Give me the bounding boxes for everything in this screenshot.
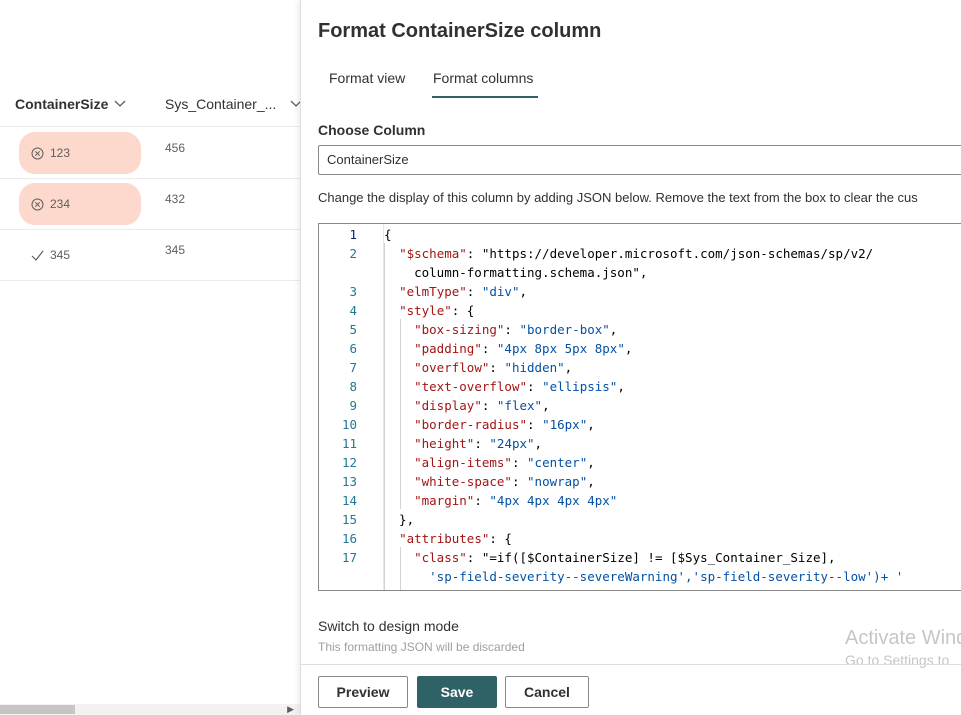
save-button[interactable]: Save bbox=[417, 676, 497, 708]
code-line: "attributes": { bbox=[399, 531, 512, 546]
code-line: "padding": "4px 8px 5px 8px", bbox=[414, 341, 633, 356]
code-line: "box-sizing": "border-box", bbox=[414, 322, 618, 337]
choose-column-label: Choose Column bbox=[318, 122, 426, 138]
column-header-label: Sys_Container_... bbox=[165, 96, 277, 112]
size-value: 123 bbox=[50, 146, 71, 160]
error-circle-icon bbox=[31, 147, 44, 159]
line-number: 15 bbox=[341, 512, 357, 527]
line-number: 16 bbox=[341, 531, 357, 546]
code-line: "style": { bbox=[399, 303, 475, 318]
code-line: "margin": "4px 4px 4px 4px" bbox=[414, 493, 618, 508]
footer-divider bbox=[301, 664, 961, 665]
line-number: 5 bbox=[349, 322, 357, 337]
size-value: 345 bbox=[50, 248, 71, 262]
line-number: 10 bbox=[341, 417, 357, 432]
line-number: 13 bbox=[341, 474, 357, 489]
code-line: "overflow": "hidden", bbox=[414, 360, 573, 375]
json-description: Change the display of this column by add… bbox=[318, 190, 918, 205]
active-tab-indicator bbox=[432, 96, 538, 98]
switch-to-design-mode-link[interactable]: Switch to design mode bbox=[318, 618, 459, 634]
code-line: 'sp-field-severity--severeWarning','sp-f… bbox=[384, 569, 904, 584]
code-line: "align-items": "center", bbox=[414, 455, 595, 470]
code-line: { bbox=[384, 227, 392, 242]
size-cell-warning[interactable]: 123 bbox=[19, 132, 141, 174]
sys-size-cell: 345 bbox=[165, 243, 186, 257]
line-number: 14 bbox=[341, 493, 357, 508]
choose-column-select[interactable]: ContainerSize bbox=[318, 145, 961, 175]
line-number: 3 bbox=[349, 284, 357, 299]
error-circle-icon bbox=[31, 198, 44, 210]
line-number: 4 bbox=[349, 303, 357, 318]
code-line: "border-radius": "16px", bbox=[414, 417, 595, 432]
line-number: 2 bbox=[349, 246, 357, 261]
code-line: ms-fontColor-neutralSecondary'" bbox=[384, 588, 662, 590]
sys-size-cell: 432 bbox=[165, 192, 186, 206]
code-line: "elmType": "div", bbox=[399, 284, 528, 299]
row-divider bbox=[0, 229, 300, 230]
tab-format-columns[interactable]: Format columns bbox=[433, 70, 533, 86]
column-header-containersize[interactable]: ContainerSize bbox=[15, 96, 126, 112]
size-cell-ok[interactable]: 345 bbox=[31, 248, 70, 262]
chevron-down-icon bbox=[114, 100, 126, 107]
row-divider bbox=[0, 178, 300, 179]
line-number: 6 bbox=[349, 341, 357, 356]
sys-size-cell: 456 bbox=[165, 141, 186, 155]
line-number: 7 bbox=[349, 360, 357, 375]
scroll-right-icon[interactable]: ▶ bbox=[287, 704, 294, 715]
code-line: "height": "24px", bbox=[414, 436, 543, 451]
format-column-panel: Format ContainerSize column Format view … bbox=[300, 0, 961, 715]
code-line: "$schema": "https://developer.microsoft.… bbox=[399, 246, 874, 261]
list-view: ContainerSize Sys_Container_... 123 456 … bbox=[0, 0, 302, 715]
horizontal-scrollbar[interactable]: ▶ bbox=[0, 704, 300, 715]
checkmark-icon bbox=[31, 250, 44, 261]
line-number: 17 bbox=[341, 550, 357, 565]
line-number: 8 bbox=[349, 379, 357, 394]
size-cell-warning[interactable]: 234 bbox=[19, 183, 141, 225]
row-divider bbox=[0, 126, 300, 127]
line-number: 11 bbox=[341, 436, 357, 451]
discard-note: This formatting JSON will be discarded bbox=[318, 640, 525, 654]
code-line: "display": "flex", bbox=[414, 398, 550, 413]
line-number: 12 bbox=[341, 455, 357, 470]
activate-windows-subtext: Go to Settings to bbox=[845, 652, 950, 668]
panel-title: Format ContainerSize column bbox=[318, 20, 602, 42]
column-header-sys-container[interactable]: Sys_Container_... bbox=[165, 96, 302, 112]
scrollbar-thumb[interactable] bbox=[0, 705, 75, 714]
json-code-editor[interactable]: 1 {2 "$schema": "https://developer.micros… bbox=[318, 223, 961, 591]
code-line: "text-overflow": "ellipsis", bbox=[414, 379, 625, 394]
line-number: 1 bbox=[349, 227, 357, 242]
line-number: 9 bbox=[349, 398, 357, 413]
cancel-button[interactable]: Cancel bbox=[505, 676, 589, 708]
column-header-label: ContainerSize bbox=[15, 96, 109, 112]
size-value: 234 bbox=[50, 197, 71, 211]
code-line: }, bbox=[384, 512, 415, 527]
tab-format-view[interactable]: Format view bbox=[329, 70, 405, 86]
activate-windows-watermark: Activate Wind bbox=[845, 627, 961, 649]
code-line: "white-space": "nowrap", bbox=[414, 474, 595, 489]
code-line: "class": "=if([$ContainerSize] != [$Sys_… bbox=[414, 550, 836, 565]
code-line: column-formatting.schema.json", bbox=[384, 265, 648, 280]
row-divider bbox=[0, 280, 300, 281]
preview-button[interactable]: Preview bbox=[318, 676, 408, 708]
